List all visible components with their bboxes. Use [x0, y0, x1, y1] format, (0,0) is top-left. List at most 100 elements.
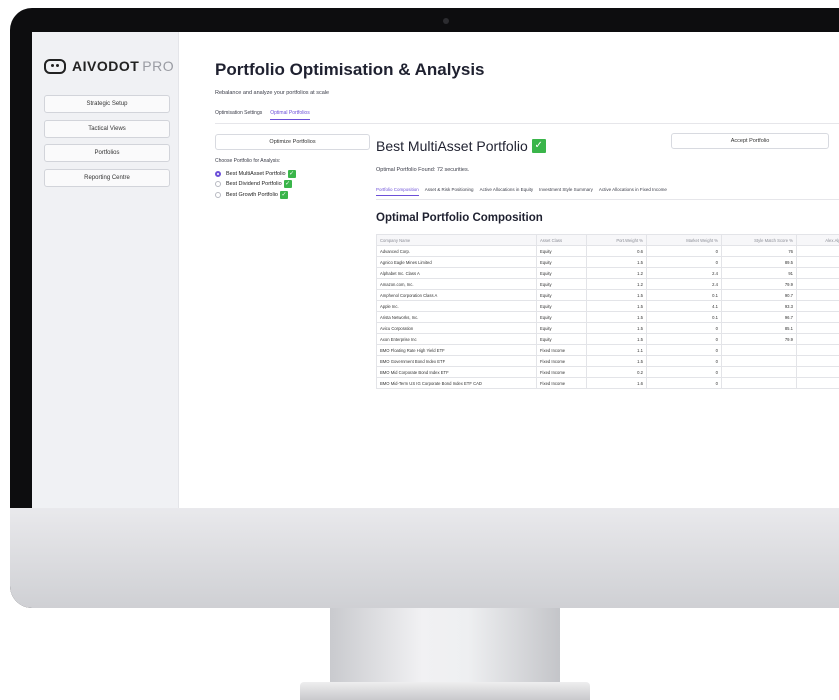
monitor-chin	[10, 508, 839, 608]
table-cell: 1.1	[586, 344, 647, 356]
check-mark-icon: ✓	[279, 191, 288, 199]
radio-option-dividend[interactable]: Best Dividend Portfolio ✓	[215, 180, 292, 188]
tab-active-allocations-equity[interactable]: Active Allocations in Equity	[480, 187, 534, 196]
table-row[interactable]: Arista Networks, Inc. Equity 1.5 0.1 96.7	[376, 311, 839, 323]
table-cell: Equity	[536, 256, 587, 268]
table-cell: 96.7	[721, 311, 797, 323]
check-mark-icon: ✓	[283, 180, 292, 188]
table-row[interactable]: BMO Floating Rate High Yield ETF Fixed In…	[376, 344, 839, 356]
table-cell: 79.9	[721, 278, 797, 290]
sidebar-item-strategic-setup[interactable]: Strategic Setup	[44, 95, 170, 113]
radio-option-growth[interactable]: Best Growth Portfolio ✓	[215, 191, 288, 199]
logo-main-text: AIVODOT	[72, 58, 140, 74]
table-cell: 76	[721, 245, 797, 257]
table-row[interactable]: BMO Government Bond Index ETF Fixed Incom…	[376, 355, 839, 367]
table-cell: 1.5	[586, 333, 647, 345]
table-cell: Fixed Income	[536, 377, 587, 389]
table-body: Advanced Corp. Equity 0.6 0 76 Agnico Eagle M…	[376, 245, 839, 389]
table-cell: 1.2	[586, 278, 647, 290]
table-row[interactable]: Amazon.com, Inc. Equity 1.2 2.4 79.9	[376, 278, 839, 290]
table-row[interactable]: Alphabet Inc. Class A Equity 1.2 2.4 91	[376, 267, 839, 279]
table-cell: 85.1	[721, 322, 797, 334]
table-cell: BMO Mid Corporate Bond Index ETF	[376, 366, 537, 378]
table-cell: Equity	[536, 289, 587, 301]
composition-table: Company Name Asset Class Port.Weight % Mark…	[376, 234, 839, 389]
composition-section-title: Optimal Portfolio Composition	[376, 212, 543, 224]
table-cell	[796, 289, 839, 301]
tab-optimisation-settings[interactable]: Optimisation Settings	[215, 110, 262, 120]
table-cell: 0	[646, 355, 722, 367]
table-cell: 91	[721, 267, 797, 279]
table-row[interactable]: Avicu Corporation Equity 1.5 0 85.1	[376, 322, 839, 334]
table-cell: 0.6	[586, 245, 647, 257]
table-cell	[796, 366, 839, 378]
table-row[interactable]: Axon Enterprise Inc Equity 1.5 0 79.9	[376, 333, 839, 345]
table-cell: Fixed Income	[536, 344, 587, 356]
optimize-portfolios-button[interactable]: Optimize Portfolios	[215, 134, 370, 150]
radio-selected-icon	[215, 171, 221, 177]
robot-face-icon	[44, 58, 66, 74]
column-header[interactable]: Market Weight %	[646, 234, 722, 246]
portfolio-result-title: Best MultiAsset Portfolio ✓	[376, 138, 546, 154]
logo-pro-text: PRO	[142, 58, 175, 74]
table-cell: Avicu Corporation	[376, 322, 537, 334]
monitor-stand-neck	[330, 608, 560, 688]
table-cell	[796, 311, 839, 323]
table-cell: 1.5	[586, 289, 647, 301]
table-cell: 0	[646, 366, 722, 378]
table-cell: 1.6	[586, 377, 647, 389]
table-cell: Axon Enterprise Inc	[376, 333, 537, 345]
table-row[interactable]: BMO Mid Corporate Bond Index ETF Fixed In…	[376, 366, 839, 378]
tab-optimal-portfolios[interactable]: Optimal Portfolios	[270, 110, 310, 120]
table-cell: 89.5	[721, 256, 797, 268]
table-cell: Arista Networks, Inc.	[376, 311, 537, 323]
sidebar-item-tactical-views[interactable]: Tactical Views	[44, 120, 170, 138]
table-row[interactable]: Amphenol Corporation Class A Equity 1.5 0.1…	[376, 289, 839, 301]
column-header[interactable]: Style Match Score %	[721, 234, 797, 246]
table-cell: Equity	[536, 311, 587, 323]
sidebar-item-reporting-centre[interactable]: Reporting Centre	[44, 169, 170, 187]
radio-option-multiasset[interactable]: Best MultiAsset Portfolio ✓	[215, 170, 296, 178]
radio-label: Best Growth Portfolio	[226, 192, 278, 198]
portfolio-result-title-text: Best MultiAsset Portfolio	[376, 138, 528, 154]
tab-asset-risk-positioning[interactable]: Asset & Risk Positioning	[425, 187, 474, 196]
table-cell	[796, 377, 839, 389]
table-cell	[796, 256, 839, 268]
table-cell: 0	[646, 344, 722, 356]
tab-portfolio-composition[interactable]: Portfolio Composition	[376, 187, 419, 196]
tab-investment-style-summary[interactable]: Investment Style Summary	[539, 187, 593, 196]
table-cell: Equity	[536, 322, 587, 334]
table-row[interactable]: Apple Inc. Equity 1.5 4.1 93.3	[376, 300, 839, 312]
accept-portfolio-button[interactable]: Accept Portfolio	[671, 133, 829, 149]
sidebar-item-portfolios[interactable]: Portfolios	[44, 144, 170, 162]
column-header[interactable]: Port.Weight %	[586, 234, 647, 246]
tab-active-allocations-fixed-income[interactable]: Active Allocations in Fixed Income	[599, 187, 667, 196]
securities-found-text: Optimal Portfolio Found: 72 securities.	[376, 167, 470, 173]
table-cell: 0	[646, 333, 722, 345]
table-cell: 79.9	[721, 333, 797, 345]
table-cell	[721, 344, 797, 356]
column-header[interactable]: Company Name	[376, 234, 537, 246]
column-header[interactable]: Alex.Alph	[796, 234, 839, 246]
table-cell	[796, 344, 839, 356]
table-row[interactable]: Advanced Corp. Equity 0.6 0 76	[376, 245, 839, 257]
table-cell: Amphenol Corporation Class A	[376, 289, 537, 301]
page-title: Portfolio Optimisation & Analysis	[215, 60, 485, 79]
table-cell: 0.1	[646, 289, 722, 301]
app-screen: AIVODOT PRO Strategic Setup Tactical Vie…	[32, 32, 839, 508]
table-row[interactable]: Agnico Eagle Mines Limited Equity 1.5 0 89.5	[376, 256, 839, 268]
column-header[interactable]: Asset Class	[536, 234, 587, 246]
monitor-stand-base	[300, 682, 590, 700]
table-cell: Agnico Eagle Mines Limited	[376, 256, 537, 268]
table-cell: Advanced Corp.	[376, 245, 537, 257]
table-cell	[796, 333, 839, 345]
table-cell: 0	[646, 322, 722, 334]
table-cell: 2.4	[646, 278, 722, 290]
table-cell: BMO Government Bond Index ETF	[376, 355, 537, 367]
table-row[interactable]: BMO Mid-Term US IG Corporate Bond Index …	[376, 377, 839, 389]
table-cell: Fixed Income	[536, 355, 587, 367]
table-cell: BMO Mid-Term US IG Corporate Bond Index …	[376, 377, 537, 389]
table-cell	[721, 377, 797, 389]
radio-unselected-icon	[215, 192, 221, 198]
table-cell: 93.3	[721, 300, 797, 312]
